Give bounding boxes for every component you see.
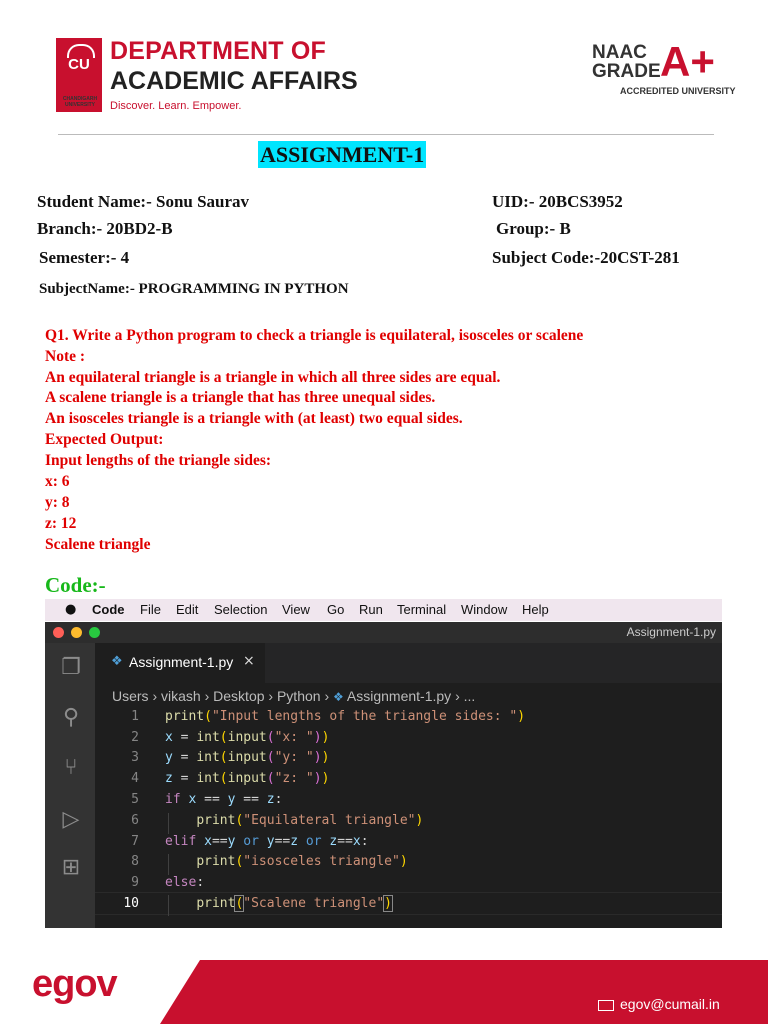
department-title-line2: ACADEMIC AFFAIRS <box>110 67 358 95</box>
logo-subtitle: CHANDIGARH UNIVERSITY <box>62 96 98 108</box>
code-line: elif x==y or y==z or z==x: <box>165 834 369 849</box>
line-number: 8 <box>131 854 139 869</box>
code-line: print("Input lengths of the triangle sid… <box>165 709 526 724</box>
menu-window[interactable]: Window <box>461 602 507 617</box>
code-label: Code:- <box>45 573 106 597</box>
question-line: An isosceles triangle is a triangle with… <box>45 410 463 427</box>
breadcrumb: Users › vikash › Desktop › Python › ❖ As… <box>112 688 476 704</box>
line-number: 2 <box>131 730 139 745</box>
menu-run[interactable]: Run <box>359 602 383 617</box>
tab-label: Assignment-1.py <box>129 654 234 670</box>
python-file-icon: ❖ <box>111 654 123 669</box>
assignment-title: ASSIGNMENT-1 <box>258 141 427 168</box>
extensions-icon[interactable]: ⊞ <box>58 855 84 881</box>
breadcrumb-item[interactable]: Assignment-1.py <box>347 688 451 704</box>
run-debug-icon[interactable]: ▷ <box>58 807 84 833</box>
code-line: print("Equilateral triangle") <box>196 813 424 828</box>
line-number: 6 <box>131 813 139 828</box>
apple-icon[interactable]: ● <box>65 602 76 617</box>
menu-selection[interactable]: Selection <box>214 602 267 617</box>
breadcrumb-item[interactable]: Desktop <box>213 688 264 704</box>
accredited-label: ACCREDITED UNIVERSITY <box>620 86 736 96</box>
maximize-window-button[interactable] <box>89 627 100 638</box>
menu-go[interactable]: Go <box>327 602 344 617</box>
student-name: Student Name:- Sonu Saurav <box>37 192 250 211</box>
question-line: Scalene triangle <box>45 536 151 553</box>
student-group: Group:- B <box>496 219 571 238</box>
files-icon[interactable]: ❐ <box>58 655 84 681</box>
code-line: y = int(input("y: ")) <box>165 750 330 765</box>
menu-file[interactable]: File <box>140 602 161 617</box>
close-window-button[interactable] <box>53 627 64 638</box>
code-line: x = int(input("x: ")) <box>165 730 330 745</box>
source-control-icon[interactable]: ⑂ <box>58 755 84 781</box>
student-branch: Branch:- 20BD2-B <box>37 219 173 238</box>
question-line: Expected Output: <box>45 431 164 448</box>
code-line: else: <box>165 875 205 890</box>
line-number: 7 <box>131 834 139 849</box>
code-line: print("isosceles triangle") <box>196 854 408 869</box>
mac-menu-bar: ● Code File Edit Selection View Go Run T… <box>45 599 722 621</box>
code-editor-window: Assignment-1.py ❐ ⚲ ⑂ ▷ ⊞ ❖ Assignment-1… <box>45 622 722 928</box>
breadcrumb-item[interactable]: ... <box>464 688 476 704</box>
breadcrumb-item[interactable]: Users <box>112 688 149 704</box>
department-title-line1: DEPARTMENT OF <box>110 37 327 65</box>
line-number: 4 <box>131 771 139 786</box>
student-semester: Semester:- 4 <box>39 248 130 267</box>
line-number: 1 <box>131 709 139 724</box>
egov-logo: egov <box>32 963 118 1005</box>
line-number: 5 <box>131 792 139 807</box>
grade-label: GRADE <box>592 61 661 82</box>
window-title: Assignment-1.py <box>626 625 716 639</box>
line-number: 3 <box>131 750 139 765</box>
tab-close-icon[interactable]: × <box>243 653 255 669</box>
window-titlebar: Assignment-1.py <box>45 622 722 643</box>
menu-code[interactable]: Code <box>92 602 125 617</box>
question-line: An equilateral triangle is a triangle in… <box>45 369 501 386</box>
activity-bar: ❐ ⚲ ⑂ ▷ ⊞ <box>45 643 95 928</box>
menu-edit[interactable]: Edit <box>176 602 198 617</box>
code-line: print("Scalene triangle") <box>196 895 393 912</box>
search-icon[interactable]: ⚲ <box>58 705 84 731</box>
subject-code: Subject Code:-20CST-281 <box>492 248 680 267</box>
editor-tab-strip: ❖ Assignment-1.py × <box>95 643 722 683</box>
question-line: z: 12 <box>45 515 77 532</box>
question-line: Note : <box>45 348 86 365</box>
minimize-window-button[interactable] <box>71 627 82 638</box>
menu-view[interactable]: View <box>282 602 310 617</box>
header-divider <box>58 134 714 135</box>
tab-assignment-1[interactable]: ❖ Assignment-1.py × <box>95 643 265 683</box>
mail-icon <box>598 1000 614 1011</box>
question-line: Input lengths of the triangle sides: <box>45 452 272 469</box>
breadcrumb-item[interactable]: vikash <box>161 688 201 704</box>
code-line: if x == y == z: <box>165 792 283 807</box>
code-line: z = int(input("z: ")) <box>165 771 330 786</box>
line-number: 10 <box>123 896 139 911</box>
menu-terminal[interactable]: Terminal <box>397 602 446 617</box>
python-file-icon: ❖ <box>333 690 344 704</box>
student-uid: UID:- 20BCS3952 <box>492 192 623 211</box>
breadcrumb-item[interactable]: Python <box>277 688 321 704</box>
question-line: A scalene triangle is a triangle that ha… <box>45 389 436 406</box>
grade-value: A+ <box>660 38 715 85</box>
line-number: 9 <box>131 875 139 890</box>
logo-text: CU <box>68 56 90 73</box>
question-line: x: 6 <box>45 473 70 490</box>
question-line: y: 8 <box>45 494 70 511</box>
question-line: Q1. Write a Python program to check a tr… <box>45 327 584 344</box>
naac-label: NAAC <box>592 42 647 63</box>
tagline: Discover. Learn. Empower. <box>110 100 242 112</box>
subject-name: SubjectName:- PROGRAMMING IN PYTHON <box>39 281 349 297</box>
footer-email[interactable]: egov@cumail.in <box>620 996 720 1012</box>
menu-help[interactable]: Help <box>522 602 549 617</box>
